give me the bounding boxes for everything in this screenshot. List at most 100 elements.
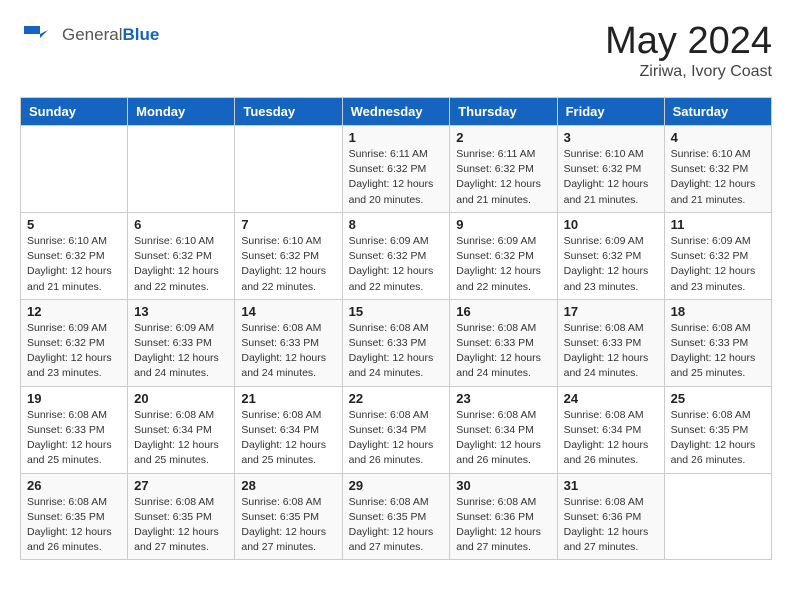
calendar-cell: 25 Sunrise: 6:08 AM Sunset: 6:35 PM Dayli…: [664, 386, 771, 473]
logo: GeneralBlue: [20, 20, 159, 50]
day-number: 13: [134, 304, 228, 319]
day-info: Sunrise: 6:10 AM Sunset: 6:32 PM Dayligh…: [564, 147, 658, 208]
weekday-header-saturday: Saturday: [664, 98, 771, 126]
calendar-body: 1 Sunrise: 6:11 AM Sunset: 6:32 PM Daylig…: [21, 126, 772, 560]
generalblue-logo-icon: [20, 20, 56, 50]
location: Ziriwa, Ivory Coast: [605, 63, 772, 81]
calendar-cell: [235, 126, 342, 213]
day-info: Sunrise: 6:08 AM Sunset: 6:33 PM Dayligh…: [564, 321, 658, 382]
calendar-cell: [21, 126, 128, 213]
calendar-cell: 19Sunrise: 6:08 AM Sunset: 6:33 PM Dayli…: [21, 386, 128, 473]
logo-general-text: General: [62, 25, 122, 44]
day-info: Sunrise: 6:10 AM Sunset: 6:32 PM Dayligh…: [241, 234, 335, 295]
day-info: Sunrise: 6:11 AM Sunset: 6:32 PM Dayligh…: [349, 147, 444, 208]
day-number: 7: [241, 217, 335, 232]
weekday-header-row: SundayMondayTuesdayWednesdayThursdayFrid…: [21, 98, 772, 126]
calendar-cell: 6 Sunrise: 6:10 AM Sunset: 6:32 PM Daylig…: [128, 212, 235, 299]
day-number: 12: [27, 304, 121, 319]
day-number: 6: [134, 217, 228, 232]
calendar-cell: 4 Sunrise: 6:10 AM Sunset: 6:32 PM Daylig…: [664, 126, 771, 213]
calendar-cell: [128, 126, 235, 213]
weekday-header-monday: Monday: [128, 98, 235, 126]
calendar-table: SundayMondayTuesdayWednesdayThursdayFrid…: [20, 97, 772, 560]
week-row-1: 1 Sunrise: 6:11 AM Sunset: 6:32 PM Daylig…: [21, 126, 772, 213]
logo-blue-text: Blue: [122, 25, 159, 44]
day-info: Sunrise: 6:08 AM Sunset: 6:34 PM Dayligh…: [456, 408, 550, 469]
calendar-cell: 30 Sunrise: 6:08 AM Sunset: 6:36 PM Dayli…: [450, 473, 557, 560]
day-info: Sunrise: 6:09 AM Sunset: 6:33 PM Dayligh…: [134, 321, 228, 382]
calendar-cell: 10 Sunrise: 6:09 AM Sunset: 6:32 PM Dayli…: [557, 212, 664, 299]
day-info: Sunrise: 6:08 AM Sunset: 6:35 PM Dayligh…: [349, 495, 444, 556]
day-number: 16: [456, 304, 550, 319]
calendar-cell: 1 Sunrise: 6:11 AM Sunset: 6:32 PM Daylig…: [342, 126, 450, 213]
day-number: 8: [349, 217, 444, 232]
week-row-2: 5Sunrise: 6:10 AM Sunset: 6:32 PM Daylig…: [21, 212, 772, 299]
calendar-cell: 27 Sunrise: 6:08 AM Sunset: 6:35 PM Dayli…: [128, 473, 235, 560]
day-number: 24: [564, 391, 658, 406]
calendar-cell: 7 Sunrise: 6:10 AM Sunset: 6:32 PM Daylig…: [235, 212, 342, 299]
day-number: 20: [134, 391, 228, 406]
day-number: 26: [27, 478, 121, 493]
calendar-cell: 29 Sunrise: 6:08 AM Sunset: 6:35 PM Dayli…: [342, 473, 450, 560]
day-info: Sunrise: 6:08 AM Sunset: 6:33 PM Dayligh…: [671, 321, 765, 382]
day-info: Sunrise: 6:08 AM Sunset: 6:33 PM Dayligh…: [241, 321, 335, 382]
day-info: Sunrise: 6:09 AM Sunset: 6:32 PM Dayligh…: [564, 234, 658, 295]
calendar-cell: 28 Sunrise: 6:08 AM Sunset: 6:35 PM Dayli…: [235, 473, 342, 560]
calendar-cell: 13 Sunrise: 6:09 AM Sunset: 6:33 PM Dayli…: [128, 299, 235, 386]
calendar-cell: 8Sunrise: 6:09 AM Sunset: 6:32 PM Daylig…: [342, 212, 450, 299]
day-number: 27: [134, 478, 228, 493]
calendar-cell: 18 Sunrise: 6:08 AM Sunset: 6:33 PM Dayli…: [664, 299, 771, 386]
day-info: Sunrise: 6:08 AM Sunset: 6:35 PM Dayligh…: [241, 495, 335, 556]
day-number: 15: [349, 304, 444, 319]
day-info: Sunrise: 6:08 AM Sunset: 6:36 PM Dayligh…: [564, 495, 658, 556]
day-number: 23: [456, 391, 550, 406]
day-number: 28: [241, 478, 335, 493]
calendar-cell: 15 Sunrise: 6:08 AM Sunset: 6:33 PM Dayli…: [342, 299, 450, 386]
weekday-header-tuesday: Tuesday: [235, 98, 342, 126]
day-info: Sunrise: 6:09 AM Sunset: 6:32 PM Dayligh…: [671, 234, 765, 295]
week-row-3: 12 Sunrise: 6:09 AM Sunset: 6:32 PM Dayli…: [21, 299, 772, 386]
day-info: Sunrise: 6:10 AM Sunset: 6:32 PM Dayligh…: [134, 234, 228, 295]
day-number: 21: [241, 391, 335, 406]
day-info: Sunrise: 6:08 AM Sunset: 6:34 PM Dayligh…: [241, 408, 335, 469]
calendar-cell: 14 Sunrise: 6:08 AM Sunset: 6:33 PM Dayli…: [235, 299, 342, 386]
day-number: 25: [671, 391, 765, 406]
day-info: Sunrise: 6:08 AM Sunset: 6:33 PM Dayligh…: [27, 408, 121, 469]
calendar-cell: 3 Sunrise: 6:10 AM Sunset: 6:32 PM Daylig…: [557, 126, 664, 213]
day-info: Sunrise: 6:08 AM Sunset: 6:34 PM Dayligh…: [564, 408, 658, 469]
day-info: Sunrise: 6:09 AM Sunset: 6:32 PM Dayligh…: [27, 321, 121, 382]
calendar-cell: 11 Sunrise: 6:09 AM Sunset: 6:32 PM Dayli…: [664, 212, 771, 299]
day-number: 1: [349, 130, 444, 145]
day-info: Sunrise: 6:08 AM Sunset: 6:35 PM Dayligh…: [134, 495, 228, 556]
day-number: 3: [564, 130, 658, 145]
title-block: May 2024 Ziriwa, Ivory Coast: [605, 20, 772, 81]
weekday-header-friday: Friday: [557, 98, 664, 126]
calendar-cell: 21 Sunrise: 6:08 AM Sunset: 6:34 PM Dayli…: [235, 386, 342, 473]
day-number: 30: [456, 478, 550, 493]
calendar-cell: [664, 473, 771, 560]
day-number: 11: [671, 217, 765, 232]
day-info: Sunrise: 6:10 AM Sunset: 6:32 PM Dayligh…: [671, 147, 765, 208]
calendar-cell: 26 Sunrise: 6:08 AM Sunset: 6:35 PM Dayli…: [21, 473, 128, 560]
week-row-4: 19Sunrise: 6:08 AM Sunset: 6:33 PM Dayli…: [21, 386, 772, 473]
weekday-header-wednesday: Wednesday: [342, 98, 450, 126]
month-title: May 2024: [605, 20, 772, 63]
day-info: Sunrise: 6:08 AM Sunset: 6:36 PM Dayligh…: [456, 495, 550, 556]
day-number: 18: [671, 304, 765, 319]
day-info: Sunrise: 6:09 AM Sunset: 6:32 PM Dayligh…: [456, 234, 550, 295]
day-number: 4: [671, 130, 765, 145]
calendar-cell: 16Sunrise: 6:08 AM Sunset: 6:33 PM Dayli…: [450, 299, 557, 386]
day-info: Sunrise: 6:08 AM Sunset: 6:34 PM Dayligh…: [134, 408, 228, 469]
calendar-cell: 22Sunrise: 6:08 AM Sunset: 6:34 PM Dayli…: [342, 386, 450, 473]
day-info: Sunrise: 6:08 AM Sunset: 6:34 PM Dayligh…: [349, 408, 444, 469]
day-info: Sunrise: 6:08 AM Sunset: 6:33 PM Dayligh…: [349, 321, 444, 382]
day-info: Sunrise: 6:08 AM Sunset: 6:35 PM Dayligh…: [671, 408, 765, 469]
day-number: 29: [349, 478, 444, 493]
day-info: Sunrise: 6:08 AM Sunset: 6:35 PM Dayligh…: [27, 495, 121, 556]
calendar-cell: 9Sunrise: 6:09 AM Sunset: 6:32 PM Daylig…: [450, 212, 557, 299]
day-number: 14: [241, 304, 335, 319]
weekday-header-sunday: Sunday: [21, 98, 128, 126]
day-number: 10: [564, 217, 658, 232]
calendar-cell: 24 Sunrise: 6:08 AM Sunset: 6:34 PM Dayli…: [557, 386, 664, 473]
day-number: 31: [564, 478, 658, 493]
